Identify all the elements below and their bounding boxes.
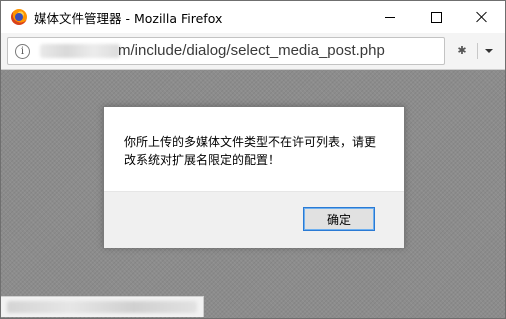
url-text[interactable]: m/include/dialog/select_media_post.php <box>118 42 385 59</box>
title-bar: 媒体文件管理器 - Mozilla Firefox <box>1 1 505 33</box>
extension-icon[interactable]: ✱ <box>455 45 469 57</box>
dialog-footer: 确定 <box>104 191 404 248</box>
maximize-button[interactable] <box>413 1 459 33</box>
alert-message: 你所上传的多媒体文件类型不在许可列表，请更改系统对扩展名限定的配置！ <box>124 135 377 167</box>
minimize-icon <box>385 16 395 18</box>
status-redacted-text <box>7 301 197 313</box>
chevron-down-icon[interactable] <box>485 49 493 53</box>
maximize-icon <box>430 11 442 23</box>
close-icon <box>476 11 488 23</box>
url-redacted-segment <box>40 44 120 58</box>
navigation-bar: i m/include/dialog/select_media_post.php… <box>1 33 505 70</box>
firefox-window: 媒体文件管理器 - Mozilla Firefox i m/include/di… <box>0 0 506 319</box>
url-bar[interactable]: i m/include/dialog/select_media_post.php <box>7 37 445 65</box>
firefox-icon <box>11 9 27 25</box>
minimize-button[interactable] <box>367 1 413 33</box>
ok-button[interactable]: 确定 <box>303 207 375 231</box>
alert-dialog: 你所上传的多媒体文件类型不在许可列表，请更改系统对扩展名限定的配置！ 确定 <box>103 106 405 248</box>
info-icon[interactable]: i <box>15 44 30 59</box>
close-button[interactable] <box>459 1 505 33</box>
status-bar <box>1 296 204 317</box>
window-title: 媒体文件管理器 - Mozilla Firefox <box>34 11 223 26</box>
toolbar-separator <box>477 43 478 59</box>
page-content-overlay: 你所上传的多媒体文件类型不在许可列表，请更改系统对扩展名限定的配置！ 确定 <box>1 70 505 318</box>
